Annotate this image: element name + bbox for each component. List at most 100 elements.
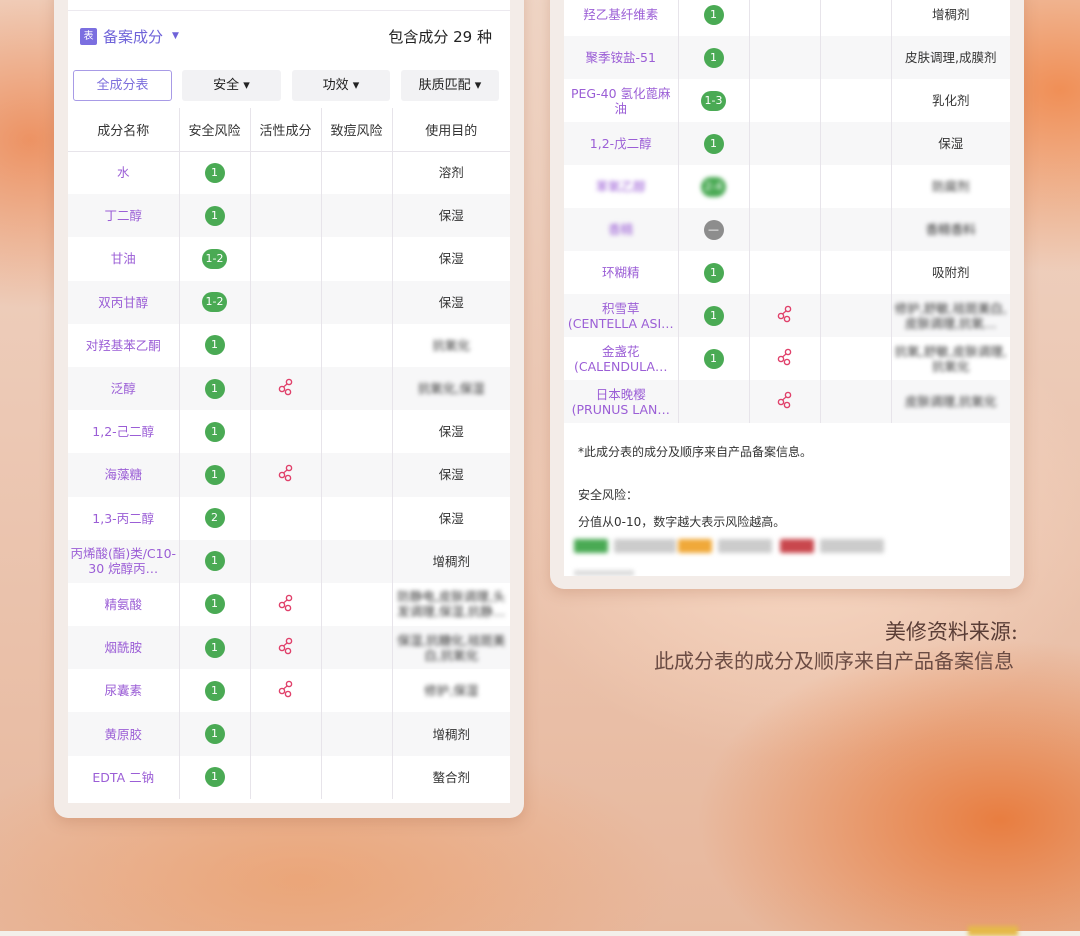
table-row[interactable]: 1,2-己二醇 1 保湿 xyxy=(68,410,510,454)
table-row[interactable]: 水 1 溶剂 xyxy=(68,151,510,195)
safety-risk-badge: 1-2 xyxy=(201,292,228,313)
ingredient-name[interactable]: 海藻糖 xyxy=(68,453,180,497)
table-row[interactable]: 香精 — 香精香料 xyxy=(564,208,1010,251)
table-row[interactable]: PEG-40 氢化蓖麻油 1-3 乳化剂 xyxy=(564,79,1010,122)
ingredient-name[interactable]: PEG-40 氢化蓖麻油 xyxy=(564,79,679,122)
table-row[interactable]: 1,2-戊二醇 1 保湿 xyxy=(564,122,1010,165)
table-row[interactable]: EDTA 二钠 1 螯合剂 xyxy=(68,755,510,799)
acne-risk-cell xyxy=(820,165,892,208)
ingredient-name[interactable]: 甘油 xyxy=(68,237,180,281)
ingredient-name[interactable]: 1,2-戊二醇 xyxy=(564,122,679,165)
ingredient-name[interactable]: 烟酰胺 xyxy=(68,626,180,670)
ingredient-name[interactable]: 日本晚樱 (PRUNUS LAN… xyxy=(564,380,679,423)
acne-risk-cell xyxy=(820,36,892,79)
active-cell xyxy=(250,410,322,454)
ingredient-name[interactable]: 环糊精 xyxy=(564,251,679,294)
table-row[interactable]: 泛醇 1 抗氧化,保湿 xyxy=(68,366,510,411)
table-row[interactable]: 海藻糖 1 保湿 xyxy=(68,453,510,497)
filter-safety[interactable]: 安全 ▾ xyxy=(182,70,281,101)
safety-risk-badge: 1 xyxy=(204,421,225,442)
ingredient-table-left: 成分名称 安全风险 活性成分 致痘风险 使用目的 水 1 溶剂 丁二醇 1 保湿 甘油 1-2… xyxy=(68,108,510,799)
chevron-down-icon[interactable]: ▼ xyxy=(172,31,179,41)
active-cell xyxy=(250,669,322,713)
ingredient-name[interactable]: 羟乙基纤维素 xyxy=(564,0,679,36)
ingredient-name[interactable]: 尿囊素 xyxy=(68,669,180,713)
table-row[interactable]: 聚季铵盐-51 1 皮肤调理,成膜剂 xyxy=(564,36,1010,79)
table-row[interactable]: 黄原胶 1 增稠剂 xyxy=(68,712,510,756)
filter-all-ingredients[interactable]: 全成分表 xyxy=(73,70,172,101)
acne-risk-cell xyxy=(820,251,892,294)
active-cell xyxy=(749,294,821,337)
purpose-text: 香精香料 xyxy=(925,222,976,237)
filed-ingredients-title[interactable]: 备案成分 xyxy=(103,26,163,47)
ingredient-name[interactable]: 丁二醇 xyxy=(68,194,180,238)
safety-risk-cell: 2 xyxy=(179,496,251,540)
acne-risk-cell xyxy=(321,151,393,195)
ingredient-name[interactable]: 聚季铵盐-51 xyxy=(564,36,679,79)
acne-risk-cell xyxy=(820,208,892,251)
ingredient-name[interactable]: 丙烯酸(酯)类/C10-30 烷醇丙… xyxy=(68,539,180,583)
ingredient-name[interactable]: 1,3-丙二醇 xyxy=(68,496,180,540)
safety-risk-badge: 2-4 xyxy=(700,176,727,197)
purpose-cell: 保湿 xyxy=(392,280,510,324)
purpose-text: 乳化剂 xyxy=(931,93,970,108)
table-row[interactable]: 金盏花 (CALENDULA… 1 抗氧,舒敏,皮肤调理,抗氧化 xyxy=(564,337,1010,380)
source-note: *此成分表的成分及顺序来自产品备案信息。 xyxy=(578,445,813,459)
purpose-text: 抗氧化,保湿 xyxy=(418,381,485,397)
table-row[interactable]: 烟酰胺 1 保湿,抗糖化,祛斑美白,抗氧化 xyxy=(68,626,510,670)
ingredient-name[interactable]: 水 xyxy=(68,151,180,195)
purpose-cell: 螯合剂 xyxy=(392,756,510,799)
ingredient-name-text: 丙烯酸(酯)类/C10-30 烷醇丙… xyxy=(70,546,177,577)
table-row[interactable]: 日本晚樱 (PRUNUS LAN… 皮肤调理,抗氧化 xyxy=(564,380,1010,423)
safety-risk-badge: 1 xyxy=(204,335,225,356)
purpose-cell: 抗氧化,保湿 xyxy=(392,366,510,411)
ingredient-name[interactable]: EDTA 二钠 xyxy=(68,755,180,799)
active-cell xyxy=(250,496,322,540)
table-row[interactable]: 1,3-丙二醇 2 保湿 xyxy=(68,496,510,540)
purpose-text: 保湿 xyxy=(438,294,464,310)
ingredient-name[interactable]: 精氨酸 xyxy=(68,582,180,627)
filter-efficacy[interactable]: 功效 ▾ xyxy=(292,70,390,101)
purpose-cell: 乳化剂 xyxy=(891,79,1010,122)
table-row[interactable]: 精氨酸 1 防静电,皮肤调理,头发调理,保湿,抗静… xyxy=(68,582,510,627)
source-title: 美修资料来源: xyxy=(884,620,1018,644)
table-row[interactable]: 对羟基苯乙酮 1 抗氧化 xyxy=(68,323,510,367)
ingredient-name[interactable]: 双丙甘醇 xyxy=(68,280,180,324)
safety-risk-badge: 1 xyxy=(204,637,225,658)
table-row[interactable]: 丙烯酸(酯)类/C10-30 烷醇丙… 1 增稠剂 xyxy=(68,539,510,583)
table-row[interactable]: 苯氧乙醇 2-4 防腐剂 xyxy=(564,165,1010,208)
risk-title: 安全风险： xyxy=(578,488,639,502)
ingredient-name[interactable]: 金盏花 (CALENDULA… xyxy=(564,337,679,380)
active-cell xyxy=(250,237,322,281)
ingredient-name[interactable]: 黄原胶 xyxy=(68,712,180,756)
active-cell xyxy=(250,194,322,238)
table-row[interactable]: 甘油 1-2 保湿 xyxy=(68,237,510,281)
safety-risk-cell: 1 xyxy=(678,122,750,165)
ingredient-name[interactable]: 1,2-己二醇 xyxy=(68,410,180,454)
safety-risk-cell: 1 xyxy=(179,323,251,367)
col-acne-risk: 致痘风险 xyxy=(321,108,393,152)
purpose-text: 防静电,皮肤调理,头发调理,保湿,抗静… xyxy=(397,589,506,620)
safety-risk-badge: 1 xyxy=(703,4,724,25)
purpose-cell: 修护,保湿 xyxy=(392,669,510,712)
safety-risk-cell: 1 xyxy=(678,294,750,337)
table-row[interactable]: 积雪草 (CENTELLA ASI… 1 修护,舒敏,祛斑美白,皮肤调理,抗氧… xyxy=(564,294,1010,337)
table-row[interactable]: 丁二醇 1 保湿 xyxy=(68,194,510,238)
ingredient-name[interactable]: 对羟基苯乙酮 xyxy=(68,323,180,367)
ingredient-name[interactable]: 积雪草 (CENTELLA ASI… xyxy=(564,294,679,337)
ingredient-name-text: 香精 xyxy=(608,222,634,237)
filter-skin-match[interactable]: 肤质匹配 ▾ xyxy=(401,70,499,101)
safety-risk-cell: 1 xyxy=(179,151,251,195)
ingredient-name[interactable]: 香精 xyxy=(564,208,679,251)
table-row[interactable]: 尿囊素 1 修护,保湿 xyxy=(68,669,510,713)
table-row[interactable]: 羟乙基纤维素 1 增稠剂 xyxy=(564,0,1010,36)
table-row[interactable]: 环糊精 1 吸附剂 xyxy=(564,251,1010,294)
ingredient-name-text: 精氨酸 xyxy=(104,596,142,612)
purpose-text: 抗氧,舒敏,皮肤调理,抗氧化 xyxy=(894,343,1007,374)
acne-risk-cell xyxy=(820,0,892,36)
active-cell xyxy=(749,79,821,122)
table-row[interactable]: 双丙甘醇 1-2 保湿 xyxy=(68,280,510,324)
ingredient-name[interactable]: 苯氧乙醇 xyxy=(564,165,679,208)
ingredient-name[interactable]: 泛醇 xyxy=(68,366,180,411)
purpose-cell: 溶剂 xyxy=(392,151,510,194)
